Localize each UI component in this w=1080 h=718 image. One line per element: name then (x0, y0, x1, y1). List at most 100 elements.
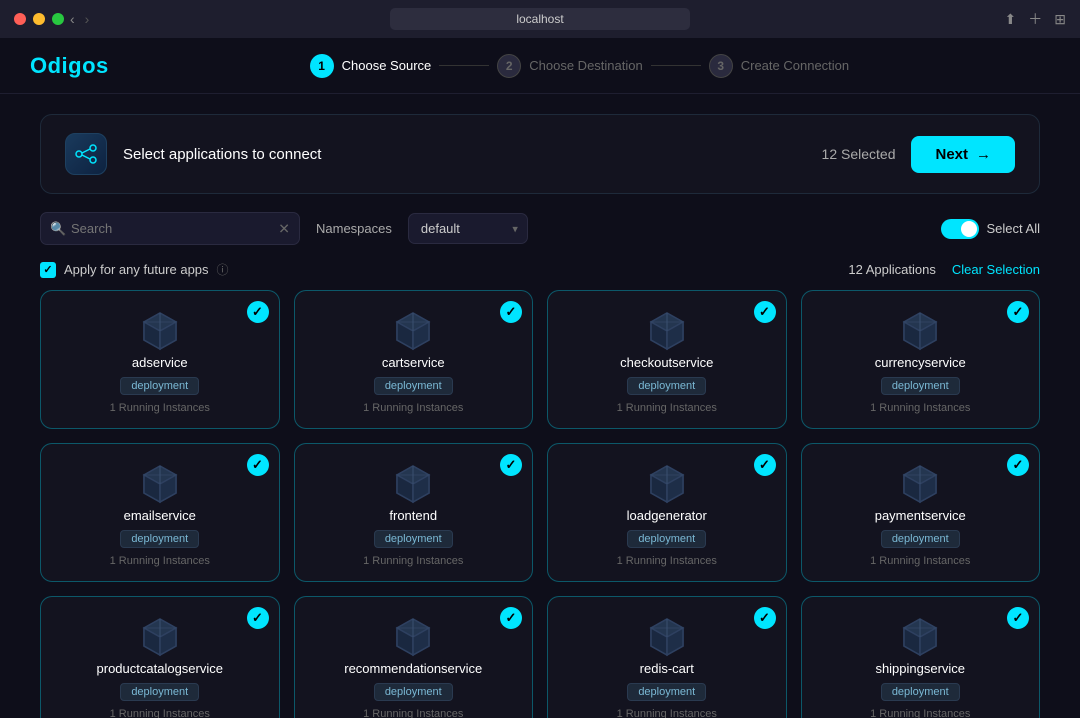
panel-left: Select applications to connect (65, 133, 321, 175)
card-check-icon: ✓ (500, 454, 522, 476)
app-card[interactable]: ✓ shippingservice deployment 1 Running I… (801, 596, 1041, 718)
app-card-name: currencyservice (875, 355, 966, 370)
app-cube-icon (896, 307, 944, 355)
new-tab-icon[interactable]: ＋ (1028, 9, 1042, 29)
app-card[interactable]: ✓ redis-cart deployment 1 Running Instan… (547, 596, 787, 718)
step-connector-1 (439, 65, 489, 66)
step-2[interactable]: 2 Choose Destination (497, 54, 642, 78)
app-card[interactable]: ✓ recommendationservice deployment 1 Run… (294, 596, 534, 718)
app-card-instances: 1 Running Instances (110, 708, 210, 718)
back-icon[interactable]: ‹ (70, 11, 75, 27)
app-card-badge: deployment (374, 683, 453, 701)
app-header: Odigos 1 Choose Source 2 Choose Destinat… (0, 38, 1080, 94)
app-card-badge: deployment (374, 530, 453, 548)
url-text: localhost (516, 12, 563, 26)
future-apps-label: Apply for any future apps (64, 262, 209, 277)
card-check-icon: ✓ (754, 301, 776, 323)
namespace-select-wrap: default ▾ (408, 213, 528, 244)
step-1-label: Choose Source (342, 58, 432, 73)
app-cube-icon (896, 460, 944, 508)
app-card-instances: 1 Running Instances (110, 402, 210, 414)
app-card-name: checkoutservice (620, 355, 713, 370)
close-button[interactable] (14, 13, 26, 25)
toggle-knob (961, 221, 977, 237)
sidebar-icon[interactable]: ⊞ (1054, 11, 1066, 28)
step-3[interactable]: 3 Create Connection (709, 54, 849, 78)
future-apps-checkbox[interactable]: ✓ (40, 262, 56, 278)
selected-count: 12 Selected (822, 146, 896, 162)
card-check-icon: ✓ (754, 454, 776, 476)
app-cube-icon (389, 307, 437, 355)
apps-grid: ✓ adservice deployment 1 Running Instanc… (40, 290, 1040, 718)
app-card[interactable]: ✓ emailservice deployment 1 Running Inst… (40, 443, 280, 582)
step-1[interactable]: 1 Choose Source (310, 54, 432, 78)
stepper: 1 Choose Source 2 Choose Destination 3 C… (310, 54, 850, 78)
next-label: Next (935, 146, 968, 163)
app-cube-icon (136, 613, 184, 661)
app-card[interactable]: ✓ productcatalogservice deployment 1 Run… (40, 596, 280, 718)
app-count: 12 Applications (848, 262, 935, 277)
namespace-select[interactable]: default (408, 213, 528, 244)
panel-icon (65, 133, 107, 175)
app-card[interactable]: ✓ frontend deployment 1 Running Instance… (294, 443, 534, 582)
card-check-icon: ✓ (1007, 607, 1029, 629)
select-all-label: Select All (987, 221, 1040, 236)
card-check-icon: ✓ (247, 301, 269, 323)
app-logo: Odigos (30, 53, 109, 79)
url-bar[interactable]: localhost (390, 8, 690, 30)
card-check-icon: ✓ (500, 301, 522, 323)
app-card-instances: 1 Running Instances (870, 402, 970, 414)
app-card-name: paymentservice (875, 508, 966, 523)
app: Odigos 1 Choose Source 2 Choose Destinat… (0, 38, 1080, 718)
app-card[interactable]: ✓ paymentservice deployment 1 Running In… (801, 443, 1041, 582)
namespace-label: Namespaces (316, 221, 392, 236)
checkmark-icon: ✓ (43, 263, 52, 276)
card-check-icon: ✓ (247, 454, 269, 476)
forward-icon[interactable]: › (85, 11, 90, 27)
step-connector-2 (651, 65, 701, 66)
info-icon[interactable]: ⓘ (217, 261, 229, 278)
next-button[interactable]: Next → (911, 136, 1015, 173)
app-card-name: shippingservice (875, 661, 965, 676)
arrow-right-icon: → (976, 146, 991, 163)
card-check-icon: ✓ (754, 607, 776, 629)
select-all-toggle[interactable] (941, 219, 979, 239)
app-card-instances: 1 Running Instances (617, 708, 717, 718)
app-card-instances: 1 Running Instances (870, 708, 970, 718)
app-card-instances: 1 Running Instances (363, 555, 463, 567)
app-card-badge: deployment (881, 377, 960, 395)
app-card-badge: deployment (881, 530, 960, 548)
app-card-badge: deployment (120, 683, 199, 701)
app-cube-icon (643, 460, 691, 508)
app-card-instances: 1 Running Instances (617, 402, 717, 414)
app-cube-icon (389, 460, 437, 508)
clear-search-icon[interactable]: ✕ (278, 220, 290, 237)
app-card-instances: 1 Running Instances (363, 402, 463, 414)
traffic-lights (14, 13, 64, 25)
step-1-num: 1 (310, 54, 334, 78)
search-input[interactable] (40, 212, 300, 245)
share-icon[interactable]: ⬆ (1005, 11, 1017, 28)
app-card[interactable]: ✓ cartservice deployment 1 Running Insta… (294, 290, 534, 429)
app-card[interactable]: ✓ loadgenerator deployment 1 Running Ins… (547, 443, 787, 582)
panel-right: 12 Selected Next → (822, 136, 1015, 173)
filters-row: 🔍 ✕ Namespaces default ▾ Select All (40, 212, 1040, 245)
app-cube-icon (896, 613, 944, 661)
app-card[interactable]: ✓ checkoutservice deployment 1 Running I… (547, 290, 787, 429)
clear-selection-link[interactable]: Clear Selection (952, 262, 1040, 277)
app-card-name: emailservice (124, 508, 196, 523)
minimize-button[interactable] (33, 13, 45, 25)
app-card-name: recommendationservice (344, 661, 482, 676)
fullscreen-button[interactable] (52, 13, 64, 25)
app-cube-icon (643, 307, 691, 355)
titlebar: ‹ › localhost ⬆ ＋ ⊞ (0, 0, 1080, 38)
app-card[interactable]: ✓ adservice deployment 1 Running Instanc… (40, 290, 280, 429)
checkbox-wrap: ✓ Apply for any future apps ⓘ (40, 261, 229, 278)
app-card-badge: deployment (120, 377, 199, 395)
options-row: ✓ Apply for any future apps ⓘ 12 Applica… (40, 261, 1040, 278)
app-card-badge: deployment (881, 683, 960, 701)
toolbar-right: ⬆ ＋ ⊞ (1005, 9, 1066, 29)
app-cube-icon (389, 613, 437, 661)
app-card-badge: deployment (627, 530, 706, 548)
app-card[interactable]: ✓ currencyservice deployment 1 Running I… (801, 290, 1041, 429)
